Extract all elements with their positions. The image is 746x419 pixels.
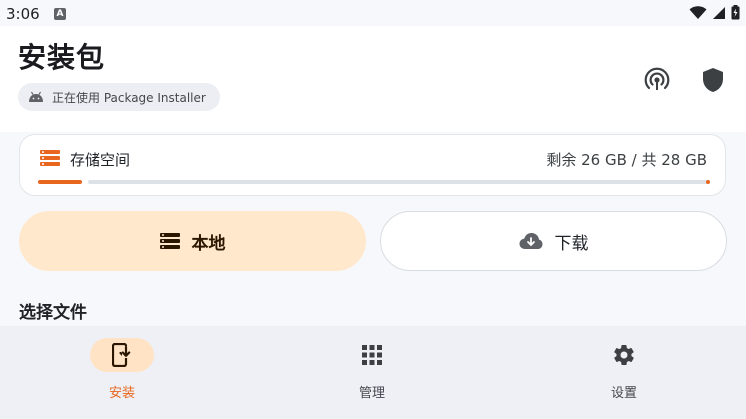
bottom-navigation: 安装 管理 设置 [0,326,746,419]
nav-label-settings: 设置 [610,386,637,401]
nav-label-install: 安装 [108,386,135,401]
nav-manage-indicator [340,338,404,372]
signal-icon [713,6,725,19]
shield-icon [703,68,723,92]
nav-item-install[interactable]: 安装 [52,338,192,401]
android-icon [29,91,43,102]
nav-label-manage: 管理 [358,386,385,401]
notification-icon: A [54,8,66,20]
installer-chip[interactable]: 正在使用 Package Installer [18,83,220,111]
storage-bar-remaining [88,180,708,184]
status-icons [689,5,740,20]
app-header [0,26,746,132]
nav-settings-indicator [592,338,656,372]
cloud-download-icon [519,233,542,249]
page-title: 安装包 [18,41,106,74]
nav-item-settings[interactable]: 设置 [554,338,694,401]
storage-label: 存储空间 [70,151,131,169]
list-storage-icon [159,233,180,249]
broadcast-icon [644,67,670,90]
storage-icon [40,150,60,166]
nav-install-indicator [90,338,154,372]
install-phone-icon [112,343,131,367]
status-time: 3:06 [6,5,40,23]
grid-apps-icon [362,345,382,365]
tab-local-label: 本地 [191,233,226,254]
gear-icon [614,344,634,366]
nav-item-manage[interactable]: 管理 [302,338,442,401]
tab-download[interactable]: 下载 [380,211,727,271]
broadcast-button[interactable] [642,65,672,95]
storage-bar-used [38,180,82,184]
storage-value: 剩余 26 GB / 共 28 GB [546,151,707,169]
storage-bar-end [706,180,710,184]
tab-local[interactable]: 本地 [19,211,366,271]
privacy-button[interactable] [698,65,728,95]
battery-icon [731,5,740,20]
section-title: 选择文件 [19,303,87,323]
wifi-icon [689,5,707,19]
storage-card: 存储空间 剩余 26 GB / 共 28 GB [19,134,726,196]
tab-download-label: 下载 [554,233,589,254]
installer-chip-label: 正在使用 Package Installer [52,90,206,105]
